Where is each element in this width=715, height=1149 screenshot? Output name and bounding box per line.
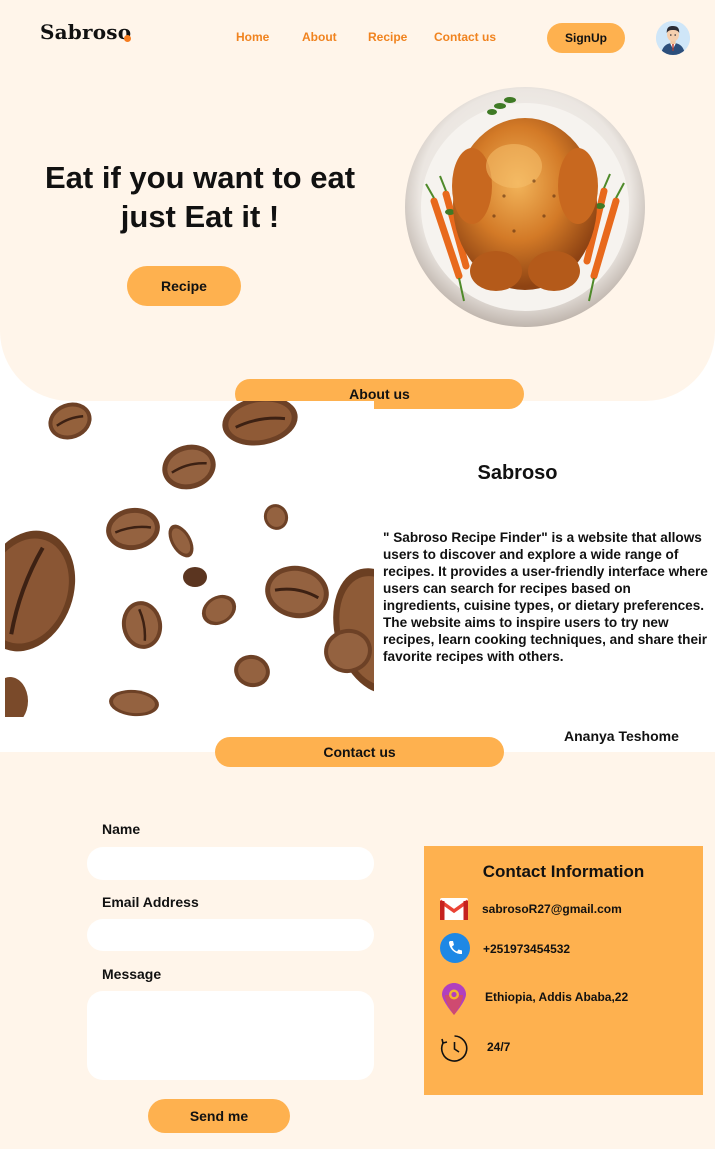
logo-dot bbox=[124, 35, 131, 42]
avatar-icon bbox=[656, 21, 690, 55]
gmail-icon bbox=[440, 898, 468, 920]
nav-about-link[interactable]: About bbox=[302, 30, 337, 44]
contact-us-pill[interactable]: Contact us bbox=[215, 737, 504, 767]
about-description: " Sabroso Recipe Finder" is a website th… bbox=[383, 530, 708, 664]
email-input[interactable] bbox=[87, 919, 374, 951]
hero-section: Sabroso Home About Recipe Contact us Sig… bbox=[0, 0, 715, 401]
message-label: Message bbox=[102, 966, 162, 982]
user-avatar[interactable] bbox=[656, 21, 690, 55]
hero-title: Eat if you want to eat just Eat it ! bbox=[20, 158, 380, 236]
nav-contact-link[interactable]: Contact us bbox=[434, 30, 496, 44]
email-label: Email Address bbox=[102, 894, 199, 910]
about-title: Sabroso bbox=[477, 462, 558, 484]
phone-icon bbox=[440, 933, 470, 963]
location-pin-icon bbox=[442, 983, 466, 1015]
name-label: Name bbox=[102, 821, 141, 837]
nav-recipe-link[interactable]: Recipe bbox=[368, 30, 407, 44]
hero-title-line2: just Eat it ! bbox=[120, 199, 280, 234]
message-textarea[interactable] bbox=[87, 991, 374, 1080]
signup-button[interactable]: SignUp bbox=[547, 23, 625, 53]
coffee-beans-image bbox=[5, 401, 374, 717]
roast-chicken-image bbox=[405, 87, 645, 327]
name-input[interactable] bbox=[87, 847, 374, 880]
about-author: Ananya Teshome bbox=[564, 728, 679, 744]
clock-icon bbox=[440, 1035, 468, 1062]
recipe-button[interactable]: Recipe bbox=[127, 266, 241, 306]
send-button[interactable]: Send me bbox=[148, 1099, 290, 1133]
contact-hours: 24/7 bbox=[487, 1040, 511, 1054]
hero-title-line1: Eat if you want to eat bbox=[44, 160, 356, 195]
brand-logo[interactable]: Sabroso bbox=[40, 20, 131, 44]
contact-phone[interactable]: +251973454532 bbox=[483, 942, 570, 956]
nav-home-link[interactable]: Home bbox=[236, 30, 269, 44]
contact-email[interactable]: sabrosoR27@gmail.com bbox=[482, 902, 622, 916]
contact-info-title: Contact Information bbox=[482, 862, 645, 881]
contact-address: Ethiopia, Addis Ababa,22 bbox=[485, 990, 629, 1004]
contact-info-card: Contact Information sabrosoR27@gmail.com… bbox=[424, 846, 703, 1095]
